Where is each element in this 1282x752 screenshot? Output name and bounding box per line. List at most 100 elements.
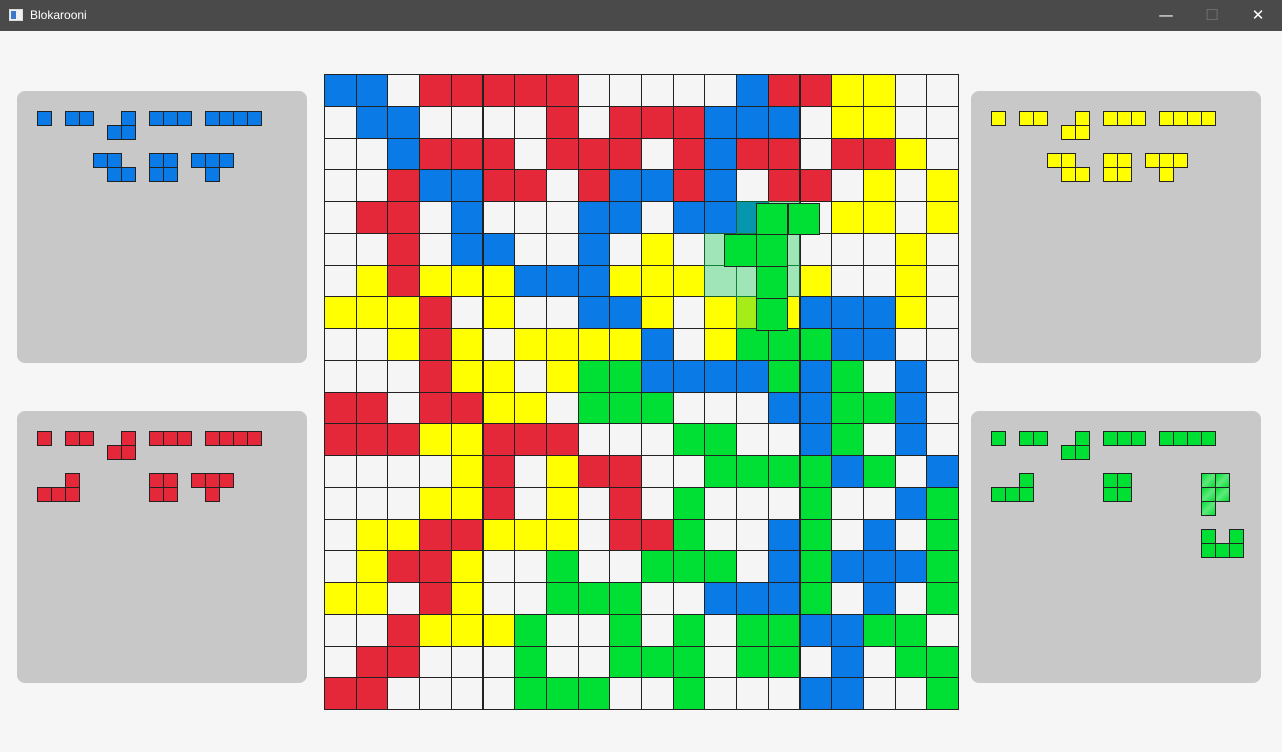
board-cell-red[interactable] <box>387 232 421 266</box>
board-cell-yellow[interactable] <box>609 328 642 361</box>
board-cell-yellow[interactable] <box>482 359 516 393</box>
board-cell-yellow[interactable] <box>545 455 579 488</box>
board-cell-blue[interactable] <box>704 169 738 202</box>
board-cell-empty[interactable] <box>419 677 452 710</box>
board-cell-blue[interactable] <box>704 105 738 139</box>
board-cell-empty[interactable] <box>387 74 421 107</box>
board-cell-green[interactable] <box>577 359 611 393</box>
board-cell-empty[interactable] <box>577 613 611 647</box>
board-cell-yellow[interactable] <box>450 582 484 615</box>
board-cell-blue[interactable] <box>862 296 896 329</box>
board-cell-green[interactable] <box>767 645 801 679</box>
board-cell-yellow[interactable] <box>514 391 547 425</box>
board-cell-red[interactable] <box>767 169 801 202</box>
board-cell-yellow[interactable] <box>419 486 452 520</box>
board-cell-empty[interactable] <box>862 486 896 520</box>
board-cell-empty[interactable] <box>894 74 928 107</box>
board-cell-red[interactable] <box>514 74 547 107</box>
board-cell-empty[interactable] <box>482 201 516 234</box>
board-cell-green[interactable] <box>926 677 959 710</box>
board-cell-blue[interactable] <box>704 582 738 615</box>
board-cell-yellow[interactable] <box>641 264 674 298</box>
board-cell-red[interactable] <box>387 645 421 679</box>
board-cell-green[interactable] <box>641 550 674 583</box>
board-cell-empty[interactable] <box>324 137 357 171</box>
board-cell-red[interactable] <box>450 74 484 107</box>
board-cell-empty[interactable] <box>387 677 421 710</box>
board-cell-green[interactable] <box>672 613 706 647</box>
board-cell-yellow[interactable] <box>482 518 516 552</box>
board-cell-green[interactable] <box>894 613 928 647</box>
board-cell-red[interactable] <box>641 105 674 139</box>
board-cell-green[interactable] <box>767 328 801 361</box>
board-cell-red[interactable] <box>482 137 516 171</box>
board-cell-red[interactable] <box>355 645 389 679</box>
board-cell-empty[interactable] <box>514 582 547 615</box>
board-cell-yellow[interactable] <box>419 264 452 298</box>
board-cell-empty[interactable] <box>799 232 833 266</box>
board-cell-empty[interactable] <box>324 518 357 552</box>
board-cell-empty[interactable] <box>609 423 642 456</box>
board-cell-yellow[interactable] <box>609 264 642 298</box>
board-cell-empty[interactable] <box>514 486 547 520</box>
board-cell-red[interactable] <box>324 423 357 456</box>
board-cell-empty[interactable] <box>355 455 389 488</box>
board-cell-red[interactable] <box>419 137 452 171</box>
board-cell-blue[interactable] <box>894 359 928 393</box>
minimize-button[interactable]: — <box>1143 0 1189 31</box>
board-cell-yellow[interactable] <box>862 201 896 234</box>
board-cell-empty[interactable] <box>926 391 959 425</box>
board-cell-empty[interactable] <box>482 550 516 583</box>
board-cell-blue[interactable] <box>450 201 484 234</box>
board-cell-empty[interactable] <box>482 677 516 710</box>
board-cell-yellow[interactable] <box>894 137 928 171</box>
board-cell-green[interactable] <box>767 613 801 647</box>
board-cell-empty[interactable] <box>419 105 452 139</box>
board-cell-red[interactable] <box>609 518 642 552</box>
board-cell-blue[interactable] <box>831 645 864 679</box>
board-cell-blue[interactable] <box>767 582 801 615</box>
board-cell-yellow[interactable] <box>450 613 484 647</box>
board-cell-red[interactable] <box>419 74 452 107</box>
board-cell-yellow[interactable] <box>355 264 389 298</box>
board-cell-empty[interactable] <box>324 455 357 488</box>
board-cell-red[interactable] <box>545 105 579 139</box>
board-cell-blue[interactable] <box>736 105 769 139</box>
board-cell-empty[interactable] <box>482 582 516 615</box>
board-cell-red[interactable] <box>387 613 421 647</box>
board-cell-green[interactable] <box>704 455 738 488</box>
board-cell-empty[interactable] <box>799 105 833 139</box>
board-cell-blue[interactable] <box>482 232 516 266</box>
board-cell-blue[interactable] <box>894 423 928 456</box>
board-cell-green[interactable] <box>736 328 769 361</box>
board-cell-yellow[interactable] <box>831 74 864 107</box>
board-cell-green[interactable] <box>736 613 769 647</box>
board-cell-green[interactable] <box>767 455 801 488</box>
board-cell-empty[interactable] <box>324 105 357 139</box>
board-cell-empty[interactable] <box>577 74 611 107</box>
board-cell-empty[interactable] <box>419 645 452 679</box>
board-cell-red[interactable] <box>387 423 421 456</box>
board-cell-green[interactable] <box>862 613 896 647</box>
board-cell-red[interactable] <box>641 518 674 552</box>
board-cell-red[interactable] <box>577 455 611 488</box>
board-cell-empty[interactable] <box>450 645 484 679</box>
board-cell-empty[interactable] <box>736 169 769 202</box>
board-cell-red[interactable] <box>767 137 801 171</box>
board-cell-empty[interactable] <box>641 137 674 171</box>
board-cell-empty[interactable] <box>324 201 357 234</box>
board-cell-blue[interactable] <box>926 455 959 488</box>
board-cell-empty[interactable] <box>894 677 928 710</box>
board-cell-green[interactable] <box>672 423 706 456</box>
board-cell-green[interactable] <box>545 677 579 710</box>
board-cell-empty[interactable] <box>577 518 611 552</box>
board-cell-yellow[interactable] <box>482 613 516 647</box>
board-cell-red[interactable] <box>482 455 516 488</box>
board-cell-blue[interactable] <box>609 169 642 202</box>
board-cell-empty[interactable] <box>324 264 357 298</box>
board-cell-blue[interactable] <box>704 359 738 393</box>
board-cell-yellow[interactable] <box>450 486 484 520</box>
board-cell-yellow[interactable] <box>926 169 959 202</box>
dragged-piece-cell[interactable] <box>724 234 757 268</box>
board-cell-blue[interactable] <box>799 613 833 647</box>
